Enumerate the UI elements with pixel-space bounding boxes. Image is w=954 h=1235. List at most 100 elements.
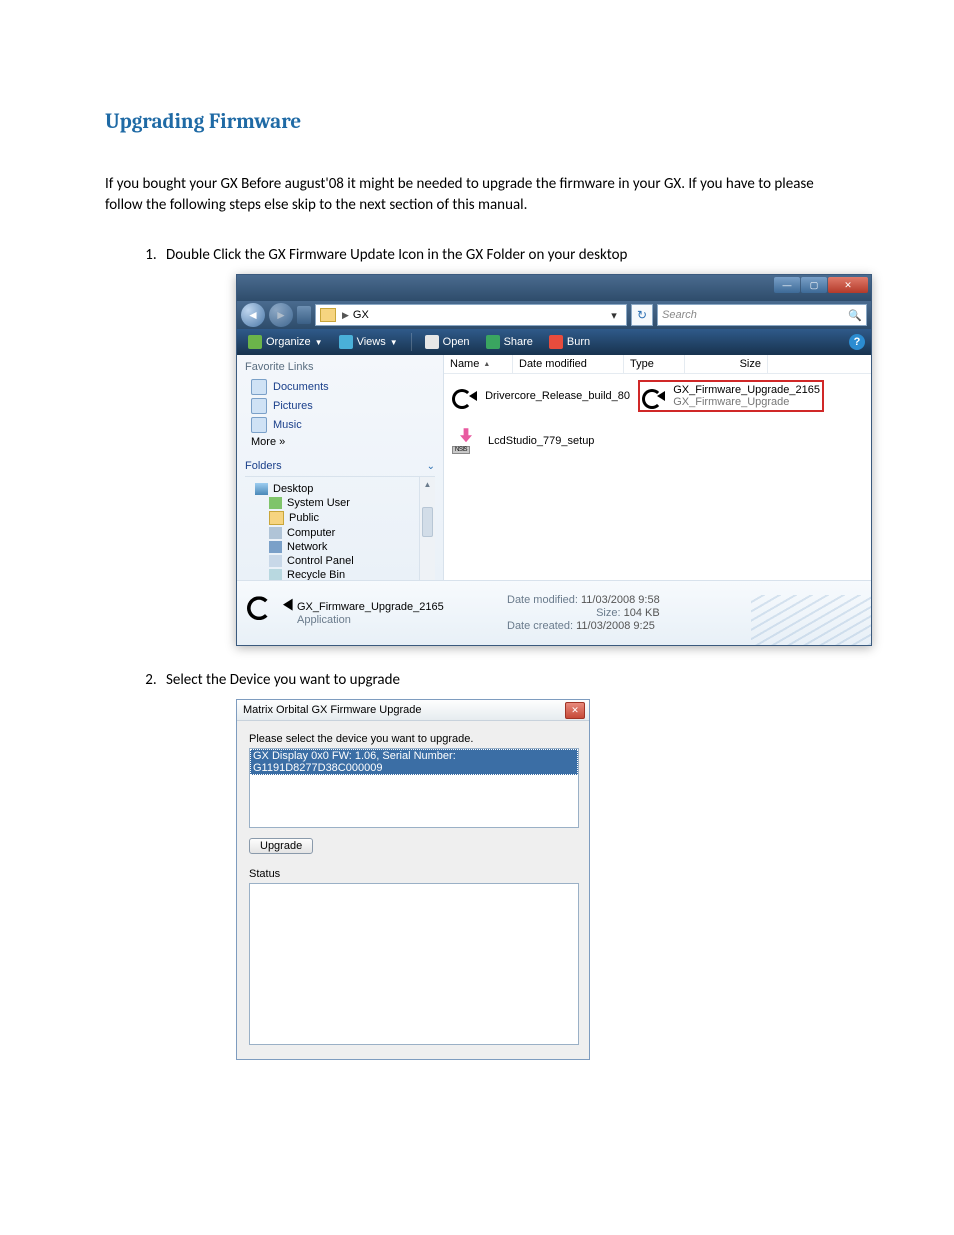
- views-icon: [339, 335, 353, 349]
- folders-header-label: Folders: [245, 460, 282, 472]
- favorite-links-header: Favorite Links: [245, 361, 435, 373]
- music-icon: [251, 417, 267, 433]
- column-label: Size: [740, 358, 761, 370]
- window-titlebar[interactable]: — ▢ ✕: [237, 275, 871, 301]
- organize-icon: [248, 335, 262, 349]
- pictures-icon: [251, 398, 267, 414]
- open-button[interactable]: Open: [420, 333, 475, 351]
- tree-scrollbar[interactable]: ▲ ▼: [419, 477, 435, 591]
- tree-item-network[interactable]: Network: [269, 541, 435, 553]
- nav-history-dropdown[interactable]: [297, 306, 311, 324]
- file-item-firmware-upgrade[interactable]: GX_Firmware_Upgrade_2165 GX_Firmware_Upg…: [638, 380, 824, 412]
- folders-header[interactable]: Folders ⌄: [245, 460, 435, 472]
- maximize-button[interactable]: ▢: [801, 277, 827, 293]
- sidebar-item-label: Pictures: [273, 400, 313, 412]
- details-modified-value: 11/03/2008 9:58: [581, 594, 660, 606]
- explorer-toolbar: Organize ▼ Views ▼ Open: [237, 329, 871, 355]
- separator: [411, 333, 412, 351]
- firmware-upgrade-dialog: Matrix Orbital GX Firmware Upgrade ✕ Ple…: [236, 699, 590, 1060]
- tree-item-computer[interactable]: Computer: [269, 527, 435, 539]
- user-icon: [269, 497, 282, 509]
- search-input[interactable]: Search 🔍: [657, 304, 867, 326]
- gx-app-icon: [642, 385, 667, 407]
- dialog-prompt: Please select the device you want to upg…: [249, 733, 577, 745]
- address-bar[interactable]: ▶ GX ▾: [315, 304, 627, 326]
- chevron-down-icon: ▼: [315, 338, 323, 347]
- section-heading: Upgrading Firmware: [105, 110, 849, 134]
- details-modified-label: Date modified:: [507, 594, 578, 606]
- chevron-down-icon: ▼: [390, 338, 398, 347]
- tree-item-system-user[interactable]: System User: [269, 497, 435, 509]
- refresh-button[interactable]: ↻: [631, 304, 653, 326]
- scroll-thumb[interactable]: [422, 507, 433, 537]
- file-item-drivercore[interactable]: Drivercore_Release_build_80: [450, 380, 632, 412]
- status-textbox[interactable]: [249, 883, 579, 1045]
- sidebar-item-pictures[interactable]: Pictures: [251, 398, 435, 414]
- details-pane: GX_Firmware_Upgrade_2165 Application Dat…: [237, 580, 871, 645]
- forward-button[interactable]: ►: [269, 303, 293, 327]
- folder-icon: [269, 511, 284, 525]
- open-label: Open: [443, 336, 470, 348]
- nav-row: ◄ ► ▶ GX ▾ ↻ Search 🔍: [237, 301, 871, 329]
- back-button[interactable]: ◄: [241, 303, 265, 327]
- sidebar-item-documents[interactable]: Documents: [251, 379, 435, 395]
- open-icon: [425, 335, 439, 349]
- explorer-sidebar: Favorite Links Documents Pictures Music …: [237, 355, 444, 580]
- column-type[interactable]: Type: [624, 355, 685, 373]
- organize-button[interactable]: Organize ▼: [243, 333, 328, 351]
- help-button[interactable]: ?: [849, 334, 865, 350]
- tree-item-desktop[interactable]: Desktop: [255, 483, 435, 495]
- tree-item-label: Desktop: [273, 483, 313, 495]
- documents-icon: [251, 379, 267, 395]
- details-created-label: Date created:: [507, 620, 573, 632]
- details-filename: GX_Firmware_Upgrade_2165: [297, 601, 497, 613]
- column-label: Type: [630, 358, 654, 370]
- folder-tree: Desktop System User Public Computer Netw…: [245, 476, 435, 591]
- intro-paragraph: If you bought your GX Before august'08 i…: [105, 174, 849, 216]
- control-panel-icon: [269, 555, 282, 567]
- search-icon: 🔍: [848, 309, 862, 322]
- path-separator-icon: ▶: [342, 310, 349, 321]
- sidebar-item-label: More »: [251, 436, 285, 448]
- column-name[interactable]: Name ▲: [444, 355, 513, 373]
- share-label: Share: [504, 336, 533, 348]
- tree-item-public[interactable]: Public: [269, 511, 435, 525]
- file-item-lcdstudio[interactable]: LcdStudio_779_setup: [450, 426, 632, 456]
- file-name: GX_Firmware_Upgrade_2165: [673, 384, 820, 396]
- details-size-label: Size:: [596, 607, 620, 619]
- file-list-pane: Name ▲ Date modified Type Size Drivercore…: [444, 355, 871, 580]
- minimize-button[interactable]: —: [774, 277, 800, 293]
- close-button[interactable]: ✕: [565, 702, 585, 719]
- dialog-titlebar[interactable]: Matrix Orbital GX Firmware Upgrade ✕: [237, 700, 589, 721]
- details-filetype: Application: [297, 614, 497, 626]
- details-created-value: 11/03/2008 9:25: [576, 620, 655, 632]
- column-label: Name: [450, 358, 479, 370]
- device-listbox[interactable]: GX Display 0x0 FW: 1.06, Serial Number: …: [249, 748, 579, 828]
- scroll-up-icon[interactable]: ▲: [420, 477, 435, 491]
- views-label: Views: [357, 336, 386, 348]
- tree-item-control-panel[interactable]: Control Panel: [269, 555, 435, 567]
- gx-app-icon: [247, 591, 295, 634]
- close-button[interactable]: ✕: [828, 277, 868, 293]
- share-icon: [486, 335, 500, 349]
- views-button[interactable]: Views ▼: [334, 333, 403, 351]
- share-button[interactable]: Share: [481, 333, 538, 351]
- address-dropdown-icon[interactable]: ▾: [606, 309, 622, 322]
- sidebar-item-music[interactable]: Music: [251, 417, 435, 433]
- search-placeholder: Search: [662, 309, 697, 321]
- chevron-down-icon: ⌄: [427, 461, 435, 472]
- status-label: Status: [249, 868, 577, 880]
- sort-indicator-icon: ▲: [483, 361, 490, 368]
- column-modified[interactable]: Date modified: [513, 355, 624, 373]
- explorer-window: — ▢ ✕ ◄ ► ▶ GX ▾ ↻: [236, 274, 872, 646]
- column-size[interactable]: Size: [685, 355, 768, 373]
- burn-button[interactable]: Burn: [544, 333, 595, 351]
- device-list-item[interactable]: GX Display 0x0 FW: 1.06, Serial Number: …: [250, 749, 578, 775]
- desktop-icon: [255, 483, 268, 495]
- upgrade-button[interactable]: Upgrade: [249, 838, 313, 854]
- step-1-text: Double Click the GX Firmware Update Icon…: [166, 246, 627, 264]
- file-label: Drivercore_Release_build_80: [485, 390, 630, 402]
- file-label: LcdStudio_779_setup: [488, 435, 594, 447]
- sidebar-item-more[interactable]: More »: [251, 436, 435, 448]
- step-2-text: Select the Device you want to upgrade: [166, 671, 400, 689]
